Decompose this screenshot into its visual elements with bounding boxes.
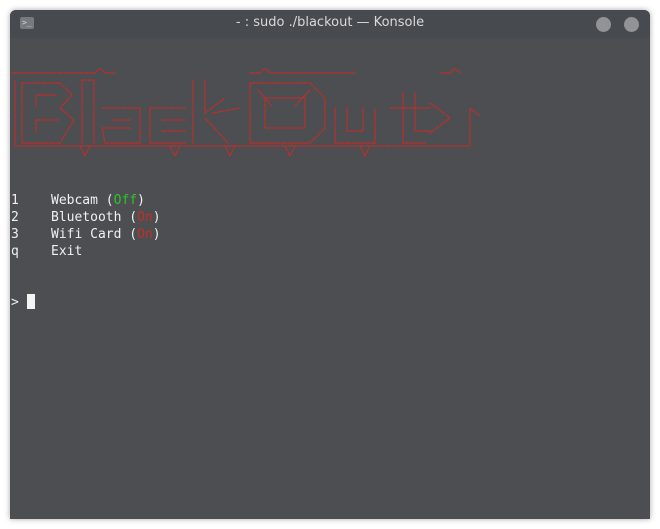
blackout-ascii-banner xyxy=(11,68,480,158)
menu-item-wifi-card: 3 Wifi Card (On) xyxy=(11,227,161,242)
menu-item-webcam: 1 Webcam (Off) xyxy=(11,193,145,208)
prompt-symbol: > xyxy=(11,295,19,310)
menu-item-exit: q Exit xyxy=(11,243,161,260)
menu-label: Wifi Card xyxy=(51,227,122,242)
minimize-button[interactable] xyxy=(596,17,611,32)
status-badge: On xyxy=(137,210,153,225)
status-badge: On xyxy=(137,227,153,242)
menu-key: 3 xyxy=(11,227,19,242)
menu-list: 1 Webcam (Off) 2 Bluetooth (On) 3 Wifi Card… xyxy=(11,192,161,260)
menu-label: Webcam xyxy=(51,193,98,208)
konsole-window: >_ - : sudo ./blackout — Konsole 1 Webca… xyxy=(10,10,650,519)
close-button[interactable] xyxy=(624,17,639,32)
text-cursor xyxy=(26,294,35,309)
menu-key: q xyxy=(11,244,19,259)
menu-key: 2 xyxy=(11,210,19,225)
window-title: - : sudo ./blackout — Konsole xyxy=(235,15,425,30)
terminal-area[interactable]: 1 Webcam (Off) 2 Bluetooth (On) 3 Wifi Card… xyxy=(10,38,650,519)
status-badge: Off xyxy=(113,193,138,208)
menu-item-bluetooth: 2 Bluetooth (On) xyxy=(11,210,161,225)
menu-label: Exit xyxy=(51,244,83,259)
menu-label: Bluetooth xyxy=(51,210,122,225)
title-bar[interactable]: >_ - : sudo ./blackout — Konsole xyxy=(10,10,650,38)
input-prompt[interactable]: > xyxy=(11,294,35,311)
menu-key: 1 xyxy=(11,193,19,208)
